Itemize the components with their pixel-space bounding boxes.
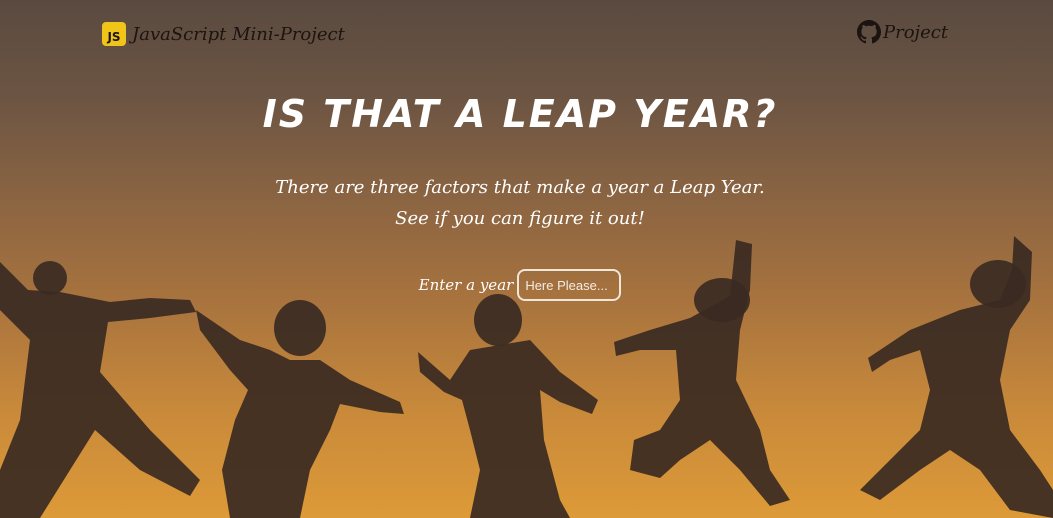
year-input[interactable] bbox=[517, 269, 622, 301]
page-title: IS THAT A LEAP YEAR? bbox=[262, 92, 778, 136]
silhouette-person-3 bbox=[418, 294, 598, 518]
silhouette-person-2 bbox=[196, 300, 404, 518]
year-input-label: Enter a year bbox=[418, 276, 514, 294]
year-form: Enter a year bbox=[0, 269, 1040, 301]
brand-title: JavaScript Mini-Project bbox=[132, 23, 345, 45]
project-link-label: Project bbox=[883, 21, 949, 43]
subtitle-line-1: There are three factors that make a year… bbox=[275, 177, 765, 198]
subtitle-line-2: See if you can figure it out! bbox=[395, 208, 645, 229]
background-image bbox=[0, 236, 1053, 518]
github-icon bbox=[857, 20, 881, 44]
top-navbar: JS JavaScript Mini-Project Project bbox=[0, 0, 1053, 64]
brand-link[interactable]: JS JavaScript Mini-Project bbox=[102, 22, 345, 46]
javascript-logo-icon: JS bbox=[102, 22, 126, 46]
page-subtitle: There are three factors that make a year… bbox=[0, 172, 1040, 234]
github-project-link[interactable]: Project bbox=[857, 20, 948, 44]
